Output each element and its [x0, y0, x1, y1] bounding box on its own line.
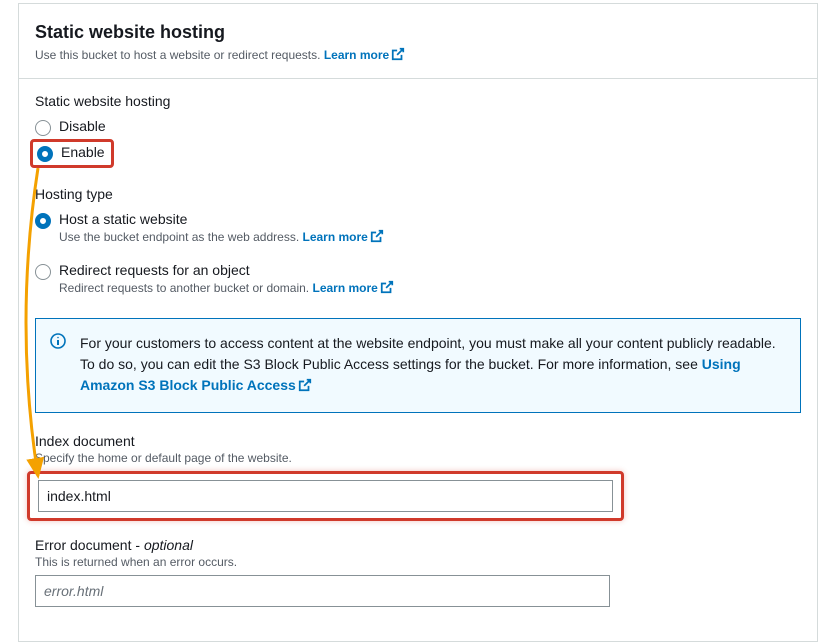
learn-more-link[interactable]: Learn more [324, 48, 405, 62]
static-learn-more-link[interactable]: Learn more [303, 230, 384, 244]
index-document-input[interactable] [38, 480, 613, 512]
index-document-label: Index document [35, 433, 801, 449]
panel-body: Static website hosting Disable Enable Ho… [19, 79, 817, 641]
radio-enable[interactable]: Enable [37, 144, 105, 162]
error-document-input[interactable] [35, 575, 610, 607]
hosting-section-label: Static website hosting [35, 93, 801, 109]
radio-static-label: Host a static website [59, 211, 384, 227]
radio-disable-control[interactable] [35, 120, 51, 136]
panel-header: Static website hosting Use this bucket t… [19, 4, 817, 79]
radio-disable[interactable]: Disable [35, 115, 801, 139]
radio-redirect-desc: Redirect requests to another bucket or d… [59, 280, 394, 297]
error-document-label: Error document - optional [35, 537, 801, 553]
radio-static-website[interactable]: Host a static website Use the bucket end… [35, 208, 801, 249]
enable-highlight-box: Enable [30, 139, 114, 168]
static-hosting-panel: Static website hosting Use this bucket t… [18, 3, 818, 642]
external-link-icon [391, 47, 405, 64]
radio-redirect[interactable]: Redirect requests for an object Redirect… [35, 259, 801, 300]
external-link-icon [380, 280, 394, 297]
index-document-desc: Specify the home or default page of the … [35, 451, 801, 465]
hosting-type-group: Host a static website Use the bucket end… [35, 208, 801, 300]
hosting-type-label: Hosting type [35, 186, 801, 202]
info-text: For your customers to access content at … [80, 333, 786, 398]
radio-disable-label: Disable [59, 118, 106, 134]
redirect-learn-more-link[interactable]: Learn more [312, 281, 393, 295]
info-box: For your customers to access content at … [35, 318, 801, 413]
radio-static-control[interactable] [35, 213, 51, 229]
error-document-field: Error document - optional This is return… [35, 537, 801, 607]
radio-enable-control[interactable] [37, 146, 53, 162]
panel-subtitle: Use this bucket to host a website or red… [35, 47, 797, 64]
radio-enable-label: Enable [61, 144, 105, 160]
index-highlight-box [27, 471, 624, 521]
radio-static-desc: Use the bucket endpoint as the web addre… [59, 229, 384, 246]
error-document-desc: This is returned when an error occurs. [35, 555, 801, 569]
external-link-icon [370, 229, 384, 246]
index-document-field: Index document Specify the home or defau… [35, 433, 801, 521]
hosting-radio-group: Disable Enable [35, 115, 801, 168]
info-icon [50, 333, 66, 352]
radio-redirect-control[interactable] [35, 264, 51, 280]
radio-redirect-label: Redirect requests for an object [59, 262, 394, 278]
external-link-icon [298, 377, 312, 398]
panel-title: Static website hosting [35, 22, 797, 43]
